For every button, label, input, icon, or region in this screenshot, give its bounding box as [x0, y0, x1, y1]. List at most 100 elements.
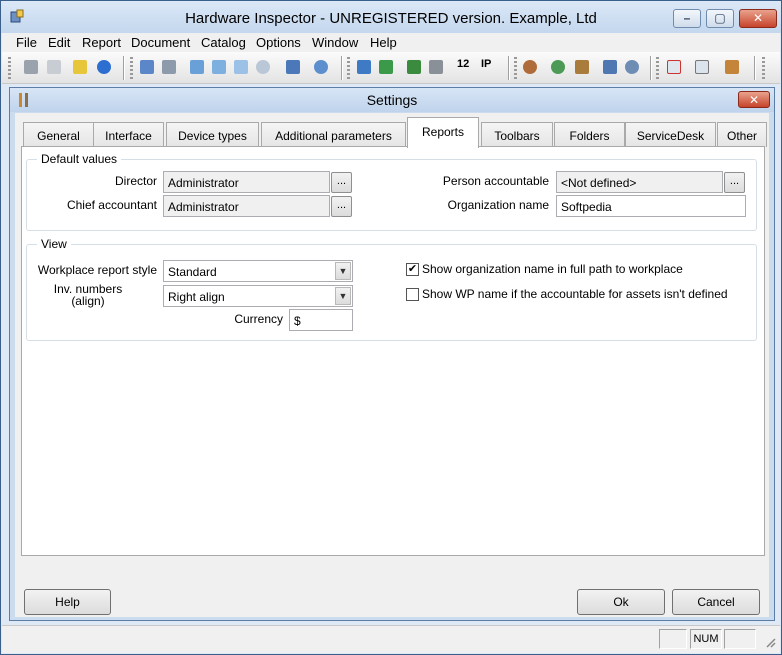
list-icon[interactable] — [159, 57, 179, 77]
chief-accountant-label: Chief accountant — [66, 198, 157, 212]
show-org-name-label[interactable]: Show organization name in full path to w… — [422, 262, 683, 276]
minimize-icon: – — [683, 11, 691, 25]
menu-options[interactable]: Options — [256, 35, 301, 50]
network-icon[interactable] — [137, 57, 157, 77]
refresh-icon[interactable] — [622, 57, 642, 77]
workplace-report-style-label: Workplace report style — [37, 263, 157, 277]
status-pane-scroll — [724, 629, 756, 649]
menu-report[interactable]: Report — [82, 35, 121, 50]
toolbar-separator — [508, 56, 510, 80]
chevron-down-icon[interactable]: ▼ — [335, 287, 351, 305]
settings-close-button[interactable]: ✕ — [738, 91, 770, 108]
workplace-report-style-value: Standard — [168, 265, 217, 279]
tab-general[interactable]: General — [23, 122, 94, 147]
tab-folders[interactable]: Folders — [554, 122, 625, 147]
show-org-name-checkbox[interactable]: ✔ — [406, 263, 419, 276]
computer-icon[interactable] — [354, 57, 374, 77]
chevron-down-icon[interactable]: ▼ — [335, 262, 351, 280]
maximize-button[interactable]: ▢ — [706, 9, 734, 28]
document-icon[interactable] — [44, 57, 64, 77]
organization-name-label: Organization name — [447, 198, 549, 212]
memory-icon[interactable] — [376, 57, 396, 77]
menu-catalog[interactable]: Catalog — [201, 35, 246, 50]
tab-device-types[interactable]: Device types — [166, 122, 259, 147]
search-computers-icon[interactable] — [187, 57, 207, 77]
tab-servicedesk[interactable]: ServiceDesk — [625, 122, 716, 147]
settings-icon[interactable] — [722, 57, 742, 77]
monitor-icon[interactable] — [283, 57, 303, 77]
search-software-icon[interactable] — [231, 57, 251, 77]
settings-title: Settings — [366, 92, 418, 108]
maximize-icon: ▢ — [714, 11, 726, 25]
title-bar: Hardware Inspector - UNREGISTERED versio… — [1, 1, 781, 33]
toolbar-separator — [341, 56, 343, 80]
tab-toolbars[interactable]: Toolbars — [481, 122, 553, 147]
menu-edit[interactable]: Edit — [48, 35, 70, 50]
director-label: Director — [114, 174, 157, 188]
person-accountable-browse-button[interactable]: ... — [724, 172, 745, 193]
search-devices-icon[interactable] — [209, 57, 229, 77]
person-add-icon[interactable] — [548, 57, 568, 77]
organization-name-input[interactable]: Softpedia — [556, 195, 746, 217]
status-bar: NUM — [2, 625, 780, 653]
toolbar-grip[interactable] — [347, 57, 350, 79]
toolbar-separator — [754, 56, 756, 80]
default-values-group: Default values Director Administrator ..… — [26, 152, 757, 231]
close-button[interactable]: ✕ — [739, 9, 777, 28]
menu-document[interactable]: Document — [131, 35, 190, 50]
user-icon[interactable] — [311, 57, 331, 77]
show-wp-name-checkbox[interactable] — [406, 288, 419, 301]
tab-other[interactable]: Other — [717, 122, 767, 147]
tools-icon[interactable] — [572, 57, 592, 77]
toolbar: 12 IP — [2, 52, 780, 84]
computers-icon[interactable] — [600, 57, 620, 77]
settings-dialog: Settings ✕ General Interface Device type… — [9, 87, 775, 621]
cancel-button[interactable]: Cancel — [672, 589, 760, 615]
minimize-button[interactable]: – — [673, 9, 701, 28]
toolbar-grip[interactable] — [762, 57, 765, 79]
inv-numbers-align-value: Right align — [168, 290, 225, 304]
tab-additional-parameters[interactable]: Additional parameters — [261, 122, 406, 147]
director-browse-button[interactable]: ... — [331, 172, 352, 193]
person-icon[interactable] — [520, 57, 540, 77]
help-button[interactable]: Help — [24, 589, 111, 615]
print-icon[interactable] — [21, 57, 41, 77]
ip-label[interactable]: IP — [481, 58, 491, 70]
settings-body: General Interface Device types Additiona… — [15, 113, 769, 617]
search-icon[interactable] — [253, 57, 273, 77]
workplace-report-style-select[interactable]: Standard ▼ — [163, 260, 353, 282]
chief-accountant-browse-button[interactable]: ... — [331, 196, 352, 217]
director-field[interactable]: Administrator — [163, 171, 330, 193]
status-pane-num: NUM — [690, 629, 722, 649]
chief-accountant-field[interactable]: Administrator — [163, 195, 330, 217]
report-icon[interactable] — [664, 57, 684, 77]
show-wp-name-label[interactable]: Show WP name if the accountable for asse… — [422, 287, 728, 301]
tab-interface[interactable]: Interface — [93, 122, 164, 147]
number-label[interactable]: 12 — [457, 58, 469, 70]
menu-file[interactable]: File — [16, 35, 37, 50]
inv-numbers-align-select[interactable]: Right align ▼ — [163, 285, 353, 307]
edit-document-icon[interactable] — [692, 57, 712, 77]
tab-reports[interactable]: Reports — [407, 117, 479, 148]
toolbar-grip[interactable] — [656, 57, 659, 79]
help-query-icon[interactable] — [70, 57, 90, 77]
ok-button[interactable]: Ok — [577, 589, 665, 615]
toolbar-grip[interactable] — [8, 57, 11, 79]
printer-icon[interactable] — [426, 57, 446, 77]
toolbar-separator — [123, 56, 125, 80]
resize-grip-icon[interactable] — [764, 636, 776, 648]
main-window: Hardware Inspector - UNREGISTERED versio… — [0, 0, 782, 655]
menu-help[interactable]: Help — [370, 35, 397, 50]
toolbar-grip[interactable] — [130, 57, 133, 79]
menu-bar: File Edit Report Document Catalog Option… — [2, 33, 780, 52]
currency-input[interactable]: $ — [289, 309, 353, 331]
reports-panel: Default values Director Administrator ..… — [21, 146, 765, 556]
view-legend: View — [37, 237, 71, 251]
default-values-legend: Default values — [37, 152, 122, 166]
toolbar-grip[interactable] — [514, 57, 517, 79]
chart-icon[interactable] — [404, 57, 424, 77]
currency-label: Currency — [234, 312, 283, 326]
menu-window[interactable]: Window — [312, 35, 358, 50]
info-icon[interactable] — [94, 57, 114, 77]
person-accountable-field[interactable]: <Not defined> — [556, 171, 723, 193]
